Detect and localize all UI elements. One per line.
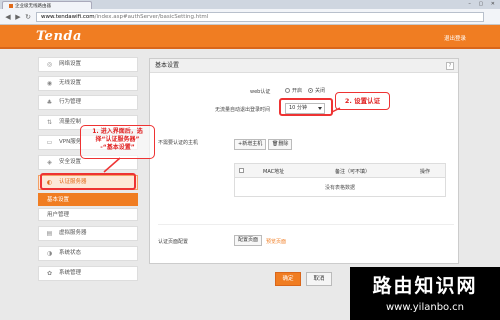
watermark-title: 路由知识网 [372, 275, 478, 297]
watermark: 路由知识网 www.yilanbo.cn [350, 267, 500, 320]
arrow-step2 [331, 107, 341, 113]
arrow-step1 [103, 157, 121, 173]
watermark-url: www.yilanbo.cn [385, 302, 465, 313]
